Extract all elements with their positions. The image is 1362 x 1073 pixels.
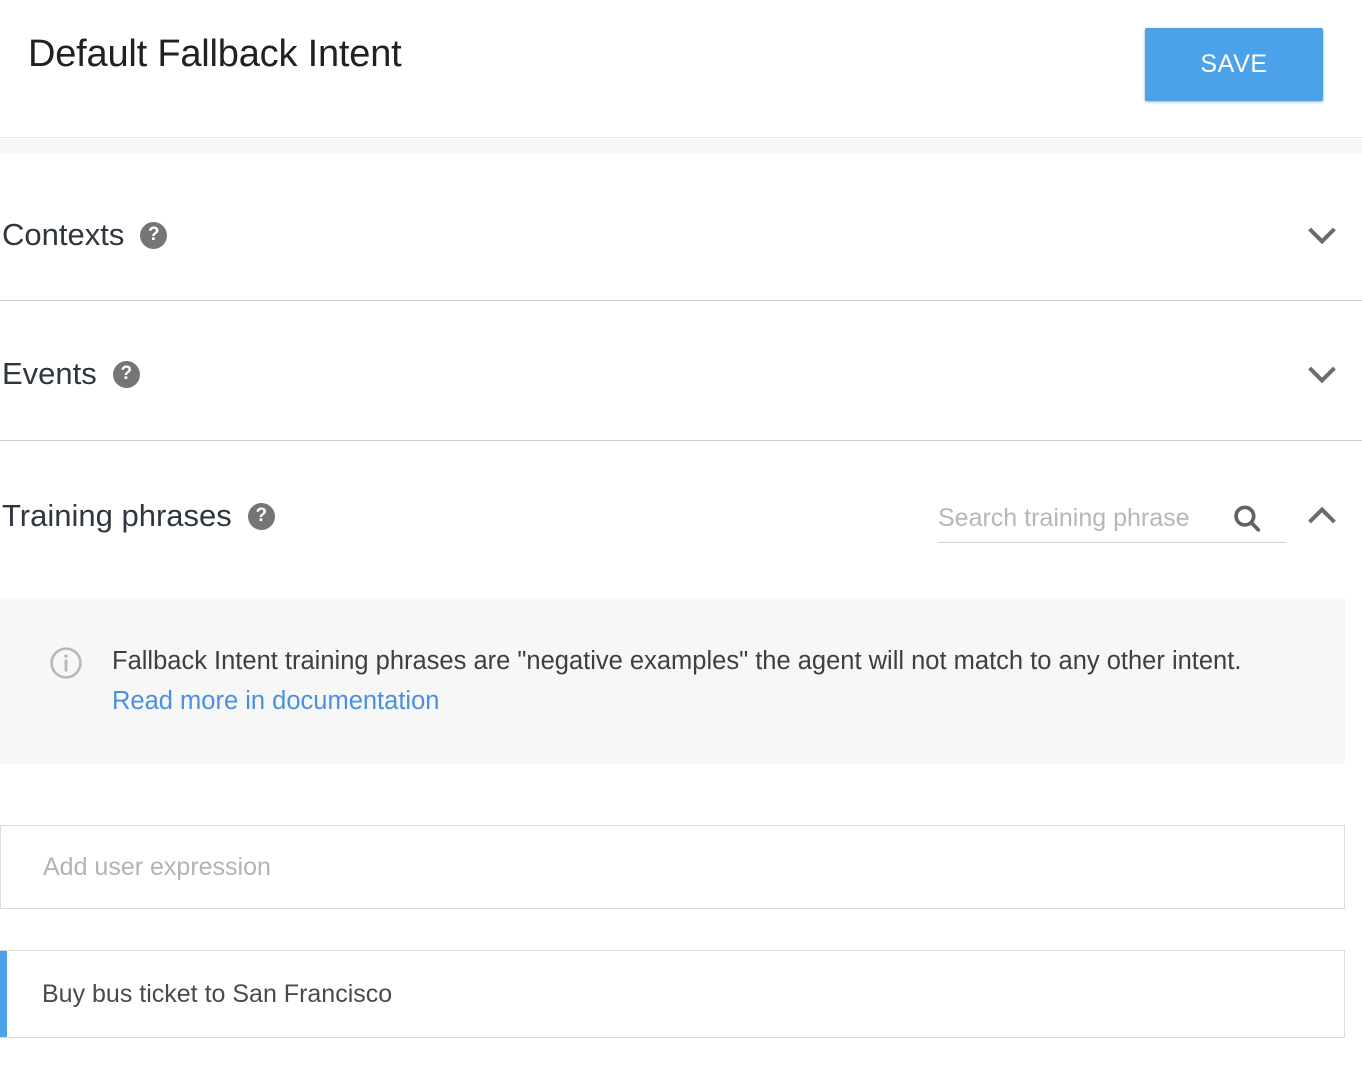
section-contexts-label: Contexts [2, 217, 125, 252]
chevron-up-icon[interactable] [1300, 494, 1344, 538]
divider-contexts [0, 300, 1362, 301]
training-phrase-text[interactable]: Buy bus ticket to San Francisco [42, 980, 392, 1009]
section-events[interactable]: Events ? [0, 339, 1362, 409]
fallback-info-text: Fallback Intent training phrases are "ne… [112, 641, 1252, 722]
training-phrase-row[interactable]: Buy bus ticket to San Francisco [0, 950, 1345, 1038]
section-contexts[interactable]: Contexts ? [0, 200, 1362, 270]
section-contexts-title: Contexts ? [2, 217, 168, 253]
search-icon[interactable] [1230, 502, 1264, 536]
section-events-title: Events ? [2, 356, 140, 392]
divider-events [0, 440, 1362, 441]
help-circle-icon[interactable]: ? [247, 502, 275, 530]
add-user-expression-input[interactable] [43, 852, 1279, 882]
help-circle-icon[interactable]: ? [112, 360, 140, 388]
add-user-expression-row[interactable] [0, 825, 1345, 909]
chevron-down-icon[interactable] [1300, 213, 1344, 257]
search-input[interactable] [938, 504, 1228, 533]
section-events-label: Events [2, 356, 97, 391]
section-training-phrases-title: Training phrases ? [2, 498, 275, 534]
help-circle-icon[interactable]: ? [140, 221, 168, 249]
fallback-info-banner: Fallback Intent training phrases are "ne… [0, 598, 1345, 764]
save-button[interactable]: SAVE [1145, 28, 1323, 101]
info-circle-icon [48, 645, 84, 681]
read-more-documentation-link[interactable]: Read more in documentation [112, 687, 439, 715]
section-training-phrases-label: Training phrases [2, 498, 232, 533]
page-title: Default Fallback Intent [28, 33, 402, 75]
search-training-phrase-field[interactable] [938, 495, 1286, 543]
training-phrase-accent-bar [0, 951, 7, 1037]
page-header: Default Fallback Intent SAVE [0, 0, 1362, 138]
intent-editor-page: Default Fallback Intent SAVE Contexts ? … [0, 0, 1362, 1073]
chevron-down-icon[interactable] [1300, 352, 1344, 396]
header-underband [0, 139, 1362, 153]
fallback-info-body: Fallback Intent training phrases are "ne… [112, 647, 1242, 675]
